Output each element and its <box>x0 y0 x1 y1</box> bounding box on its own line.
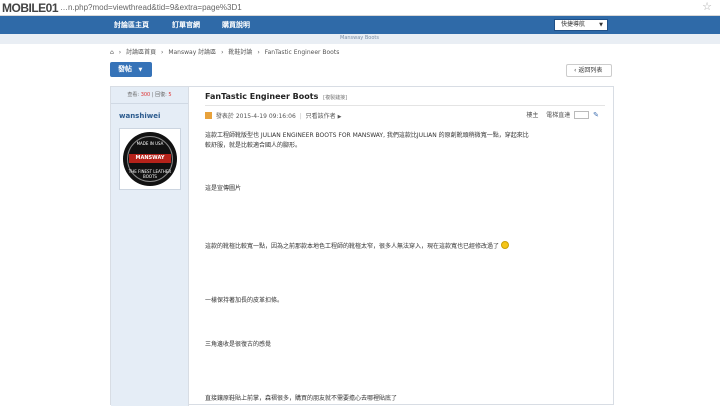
avatar[interactable]: MADE IN USA MANSWAY THE FINEST LEATHER B… <box>119 128 181 190</box>
chevron-down-icon: ▼ <box>138 67 143 73</box>
post-meta: 發表於 2015-4-19 09:16:06 | 只看該作者 ▶ <box>205 111 341 120</box>
avatar-band: MANSWAY <box>129 154 171 163</box>
floor-label: 樓主 <box>526 112 539 119</box>
quick-nav-label: 快捷導航 <box>561 21 586 28</box>
posted-label: 發表於 <box>215 113 234 120</box>
direct-floor-label: 電梯直達 <box>546 112 571 119</box>
replies-label: 回復: <box>155 92 167 98</box>
chevron-down-icon: ▼ <box>599 22 603 28</box>
search-input[interactable]: Mansway Boots <box>340 35 379 41</box>
post-paragraph: 三角邊收是很復古的感覺 <box>205 341 272 348</box>
breadcrumb-item[interactable]: Mansway 討論區 <box>168 49 216 56</box>
meta-sep: | <box>299 113 302 120</box>
home-icon[interactable]: ⌂ <box>110 49 114 56</box>
breadcrumb-sep: › <box>161 49 164 56</box>
post-paragraph: 一樣保持著加長的皮革扣條。 <box>205 297 284 304</box>
post-title-text: FanTastic Engineer Boots <box>205 92 319 101</box>
views-label: 查看: <box>127 92 140 98</box>
views-count: 300 <box>140 92 151 98</box>
post-paragraph: 這款工程師靴版型也 JULIAN ENGINEER BOOTS FOR MANS… <box>205 132 529 139</box>
post-paragraph: 較舒服，就是比較適合國人的腳形。 <box>205 142 302 149</box>
new-post-button[interactable]: 發帖 ▼ <box>110 62 152 77</box>
avatar-text-bottom: THE FINEST LEATHER BOOTS <box>128 169 172 179</box>
thread-stats: 查看: 300 | 回復: 5 <box>111 87 188 104</box>
avatar-image: MADE IN USA MANSWAY THE FINEST LEATHER B… <box>123 132 177 186</box>
divider <box>205 105 605 106</box>
post-button-label: 發帖 <box>118 65 132 73</box>
online-status-icon <box>205 112 212 119</box>
sub-bar: Mansway Boots <box>0 34 720 44</box>
author-only-link[interactable]: 只看該作者 <box>306 113 336 120</box>
smile-emoticon-icon <box>501 241 510 249</box>
wrench-icon[interactable]: ✎ <box>593 111 599 119</box>
breadcrumb-sep: › <box>257 49 260 56</box>
browser-url-bar: MOBILE01 …n.php?mod=viewthread&tid=9&ext… <box>0 0 720 16</box>
post-paragraph: 直接鑲原鞋貼上前掌，森褶很多，購買的朋友就不需要擔心去哪裡貼底了 <box>205 395 398 402</box>
nav-item-purchase-info[interactable]: 購買說明 <box>222 20 250 30</box>
breadcrumb-sep: › <box>118 49 122 56</box>
star-icon[interactable]: ☆ <box>702 1 712 13</box>
breadcrumb-item[interactable]: 討論區首頁 <box>126 49 156 56</box>
top-nav: 討論區主頁 訂單官網 購買說明 快捷導航 ▼ <box>0 16 720 34</box>
avatar-text-top: MADE IN USA <box>136 141 164 146</box>
site-logo[interactable]: MOBILE01 <box>2 1 59 15</box>
nav-item-forum-home[interactable]: 討論區主頁 <box>114 20 149 30</box>
back-arrow-icon: ‹ <box>574 67 577 74</box>
play-icon: ▶ <box>337 114 342 120</box>
post-title: FanTastic Engineer Boots [複製鏈接] <box>205 92 347 101</box>
back-button-label: 返回列表 <box>578 67 603 74</box>
quick-nav-dropdown[interactable]: 快捷導航 ▼ <box>554 19 608 31</box>
address-field[interactable]: …n.php?mod=viewthread&tid=9&extra=page%3… <box>60 3 242 12</box>
breadcrumb-item[interactable]: 靴鞋討論 <box>228 49 252 56</box>
post-floor-nav: 樓主 電梯直達 ✎ <box>526 110 599 119</box>
post-paragraph: 這是宣傳圖片 <box>205 185 242 192</box>
back-to-list-button[interactable]: ‹ 返回列表 <box>566 64 612 77</box>
breadcrumb-sep: › <box>221 49 224 56</box>
post-container: 查看: 300 | 回復: 5 wanshiwei MADE IN USA MA… <box>110 86 614 406</box>
post-paragraph: 這款的靴楦比較寬一點，因為之前那款本地色工程師的靴楦太窄，很多人無法穿入，現在這… <box>205 241 510 251</box>
author-username[interactable]: wanshiwei <box>119 112 160 120</box>
floor-input[interactable] <box>574 111 590 119</box>
breadcrumb-current: FanTastic Engineer Boots <box>264 49 340 56</box>
copy-link[interactable]: [複製鏈接] <box>323 95 347 101</box>
nav-item-order-site[interactable]: 訂單官網 <box>172 20 200 30</box>
author-sidebar: 查看: 300 | 回復: 5 wanshiwei MADE IN USA MA… <box>111 87 189 406</box>
post-paragraph-text: 這款的靴楦比較寬一點，因為之前那款本地色工程師的靴楦太窄，很多人無法穿入，現在這… <box>205 243 500 250</box>
posted-time: 2015-4-19 09:16:06 <box>235 113 296 120</box>
replies-count: 5 <box>168 92 172 98</box>
breadcrumb: ⌂ › 討論區首頁 › Mansway 討論區 › 靴鞋討論 › FanTast… <box>110 47 342 56</box>
